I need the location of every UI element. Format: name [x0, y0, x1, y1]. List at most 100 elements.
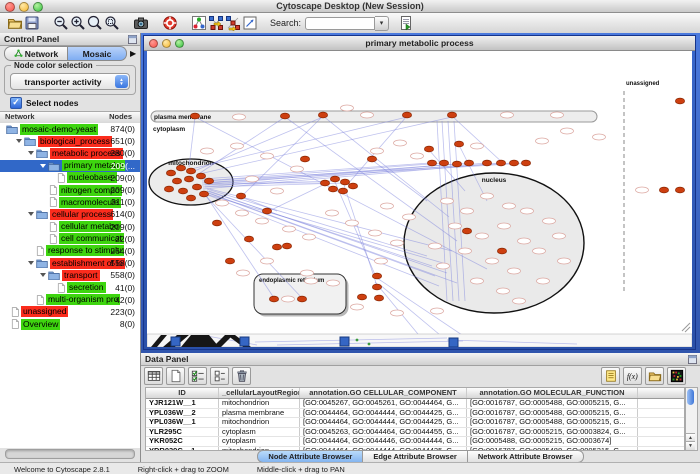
network-node[interactable] — [675, 187, 684, 193]
zoom-in-icon[interactable] — [69, 15, 86, 32]
zoom-selected-icon[interactable] — [103, 15, 120, 32]
table-cell[interactable]: [GO:0016787, GO:0005215, GO:0003824, G..… — [467, 428, 638, 437]
save-icon[interactable] — [23, 15, 40, 32]
tab-network[interactable]: Network — [4, 46, 68, 61]
expand-triangle-icon[interactable] — [40, 273, 46, 277]
network-node[interactable] — [320, 180, 329, 186]
table-cell[interactable]: mitochondrion — [219, 418, 300, 427]
network-node[interactable] — [482, 160, 491, 166]
network-node[interactable] — [372, 273, 381, 279]
tree-row[interactable]: metabolic process280(0) — [0, 147, 140, 159]
table-cell[interactable]: YJR121W__1 — [146, 399, 219, 408]
table-cell[interactable]: [GO:0005488, GO:0005215, GO:0003674] — [467, 437, 638, 446]
table-cell[interactable]: [GO:0045267, GO:0045261, GO:0044464, G..… — [300, 399, 467, 408]
network-node[interactable] — [236, 193, 245, 199]
expand-triangle-icon[interactable] — [28, 261, 34, 265]
region-plasma-membrane[interactable]: plasma membrane — [151, 111, 597, 122]
expand-triangle-icon[interactable] — [40, 164, 46, 168]
tree-row[interactable]: multi-organism pro42(0) — [0, 294, 140, 306]
unselect-attributes-icon[interactable] — [210, 367, 229, 385]
zoom-out-icon[interactable] — [52, 15, 69, 32]
table-row[interactable]: YPL036W__1mitochondrion[GO:0044464, GO:0… — [146, 418, 684, 428]
snapshot-icon[interactable] — [132, 15, 149, 32]
network-node[interactable] — [164, 186, 173, 192]
tree-row[interactable]: transport558(0) — [0, 269, 140, 281]
table-cell[interactable]: [GO:0044464, GO:0044446, GO:0044444, G..… — [300, 437, 467, 446]
network-node[interactable] — [509, 160, 518, 166]
network-node[interactable] — [300, 156, 309, 162]
table-header-cell[interactable]: _cellularLayoutRegion — [219, 388, 300, 398]
float-panel-icon[interactable] — [688, 355, 697, 364]
network-window[interactable]: primary metabolic process plasma membran… — [143, 35, 696, 350]
canvas-resize-grip-icon[interactable] — [682, 323, 690, 332]
table-cell[interactable]: mitochondrion — [219, 399, 300, 408]
tree-row[interactable]: Overview8(0) — [0, 318, 140, 330]
search-dropdown-button[interactable]: ▾ — [375, 16, 389, 31]
float-panel-icon[interactable] — [128, 35, 137, 44]
network-node[interactable] — [225, 258, 234, 264]
tree-row[interactable]: establishment of lo558(0) — [0, 257, 140, 269]
network-node[interactable] — [496, 160, 505, 166]
tree-col-network[interactable]: Network — [5, 112, 35, 122]
help-ring-icon[interactable] — [161, 15, 178, 32]
table-cell[interactable]: [GO:0016787, GO:0005488, GO:0005215, G..… — [467, 409, 638, 418]
network-node[interactable] — [348, 183, 357, 189]
delete-attribute-icon[interactable] — [232, 367, 251, 385]
tab-mosaic[interactable]: Mosaic — [68, 46, 127, 61]
network-node[interactable] — [338, 188, 347, 194]
select-nodes-checkbox[interactable]: ✓ — [10, 97, 22, 109]
network-node[interactable] — [372, 284, 381, 290]
import-icon[interactable] — [397, 15, 414, 32]
layout-a-icon[interactable] — [207, 15, 224, 32]
expand-triangle-icon[interactable] — [28, 151, 34, 155]
network-node[interactable] — [521, 160, 530, 166]
network-node[interactable] — [186, 168, 195, 174]
expand-triangle-icon[interactable] — [16, 139, 22, 143]
notes-icon[interactable] — [601, 367, 620, 385]
search-input[interactable] — [305, 17, 375, 30]
expand-triangle-icon[interactable] — [28, 212, 34, 216]
table-scrollbar[interactable]: ▲ ▼ — [685, 387, 698, 451]
network-node[interactable] — [340, 179, 349, 185]
scroll-down-icon[interactable]: ▼ — [686, 441, 695, 450]
select-attributes-icon[interactable] — [188, 367, 207, 385]
network-node[interactable] — [166, 170, 175, 176]
network-node[interactable] — [424, 146, 433, 152]
annotation-icon[interactable] — [241, 15, 258, 32]
network-node[interactable] — [328, 186, 337, 192]
network-node[interactable] — [330, 176, 339, 182]
tree-col-nodes[interactable]: Nodes — [109, 112, 132, 122]
tree-row[interactable]: cell communicat22(0) — [0, 233, 140, 245]
window-titlebar[interactable]: Cytoscape Desktop (New Session) — [0, 0, 700, 13]
network-node[interactable] — [374, 295, 383, 301]
table-row[interactable]: YKR052Ccytoplasm[GO:0044464, GO:0044446,… — [146, 437, 684, 447]
table-row[interactable]: YPL036W__2plasma membrane[GO:0044464, GO… — [146, 409, 684, 419]
network-node[interactable] — [280, 113, 289, 119]
network-node[interactable] — [244, 236, 253, 242]
table-cell[interactable]: cytoplasm — [219, 437, 300, 446]
network-node[interactable] — [402, 112, 411, 118]
network-node[interactable] — [462, 228, 471, 234]
network-node[interactable] — [367, 156, 376, 162]
import-attributes-icon[interactable] — [645, 367, 664, 385]
network-node[interactable] — [269, 296, 278, 302]
network-node[interactable] — [186, 195, 195, 201]
matrix-icon[interactable] — [667, 367, 686, 385]
table-cell[interactable]: YKR052C — [146, 437, 219, 446]
network-node[interactable] — [172, 178, 181, 184]
node-color-dropdown[interactable]: transporter activity ▲▼ — [10, 73, 130, 90]
network-node[interactable] — [192, 184, 201, 190]
table-cell[interactable]: YPL036W__2 — [146, 409, 219, 418]
table-header-cell[interactable]: ID — [146, 388, 219, 398]
network-node[interactable] — [272, 244, 281, 250]
tree-row[interactable]: primary metabo209(... — [0, 160, 140, 172]
table-cell[interactable]: YLR295C — [146, 428, 219, 437]
table-row[interactable]: YJR121W__1mitochondrion[GO:0045267, GO:0… — [146, 399, 684, 409]
tree-row[interactable]: cellular process614(0) — [0, 208, 140, 220]
tree-row[interactable]: unassigned223(0) — [0, 306, 140, 318]
table-header-cell[interactable]: annotation.GO MOLECULAR_FUNCTION — [467, 388, 638, 398]
table-cell[interactable]: YPL036W__1 — [146, 418, 219, 427]
network-node[interactable] — [439, 160, 448, 166]
network-node[interactable] — [318, 112, 327, 118]
region-nucleus[interactable]: nucleus — [404, 173, 584, 313]
